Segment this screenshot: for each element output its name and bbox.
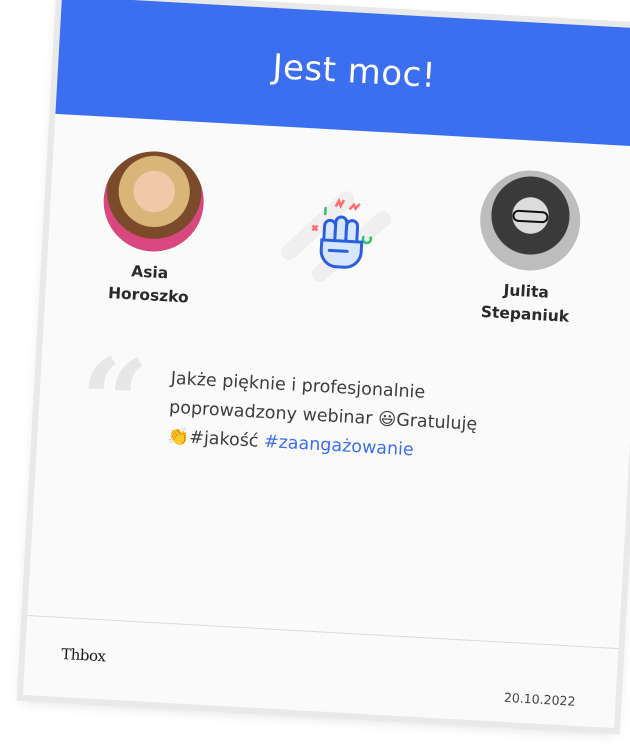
hashtag-zaangazowanie-link[interactable]: #zaangażowanie bbox=[263, 432, 414, 460]
glasses-shape bbox=[512, 209, 549, 224]
sender-avatar bbox=[100, 148, 207, 255]
card-date: 20.10.2022 bbox=[503, 689, 576, 709]
stage: Jest moc! Asia Horoszko Julita Stepaniuk… bbox=[0, 0, 630, 747]
raised-fist-icon bbox=[279, 174, 395, 290]
recipient-avatar bbox=[477, 167, 583, 274]
thbox-logo: Thbox bbox=[60, 645, 106, 666]
recipient-name: Julita Stepaniuk bbox=[449, 276, 601, 330]
recipient-profile: Julita Stepaniuk bbox=[449, 166, 607, 330]
card-header: Jest moc! bbox=[55, 0, 630, 147]
kudos-card: Jest moc! Asia Horoszko Julita Stepaniuk… bbox=[22, 0, 630, 728]
kudos-message: Jakże pięknie i profesjonalnie poprowadz… bbox=[167, 365, 571, 474]
card-title: Jest moc! bbox=[271, 46, 437, 96]
sender-name: Asia Horoszko bbox=[73, 257, 225, 311]
sender-profile: Asia Horoszko bbox=[73, 147, 231, 311]
quote-mark-icon: “ bbox=[75, 330, 152, 474]
hashtag-jakosc: #jakość bbox=[188, 427, 260, 452]
congrats-word: Gratuluję bbox=[395, 410, 478, 435]
smiley-emoji-icon: 😃 bbox=[377, 409, 397, 431]
footer-divider bbox=[27, 615, 619, 650]
clap-emoji-icon: 👏 bbox=[167, 426, 190, 448]
